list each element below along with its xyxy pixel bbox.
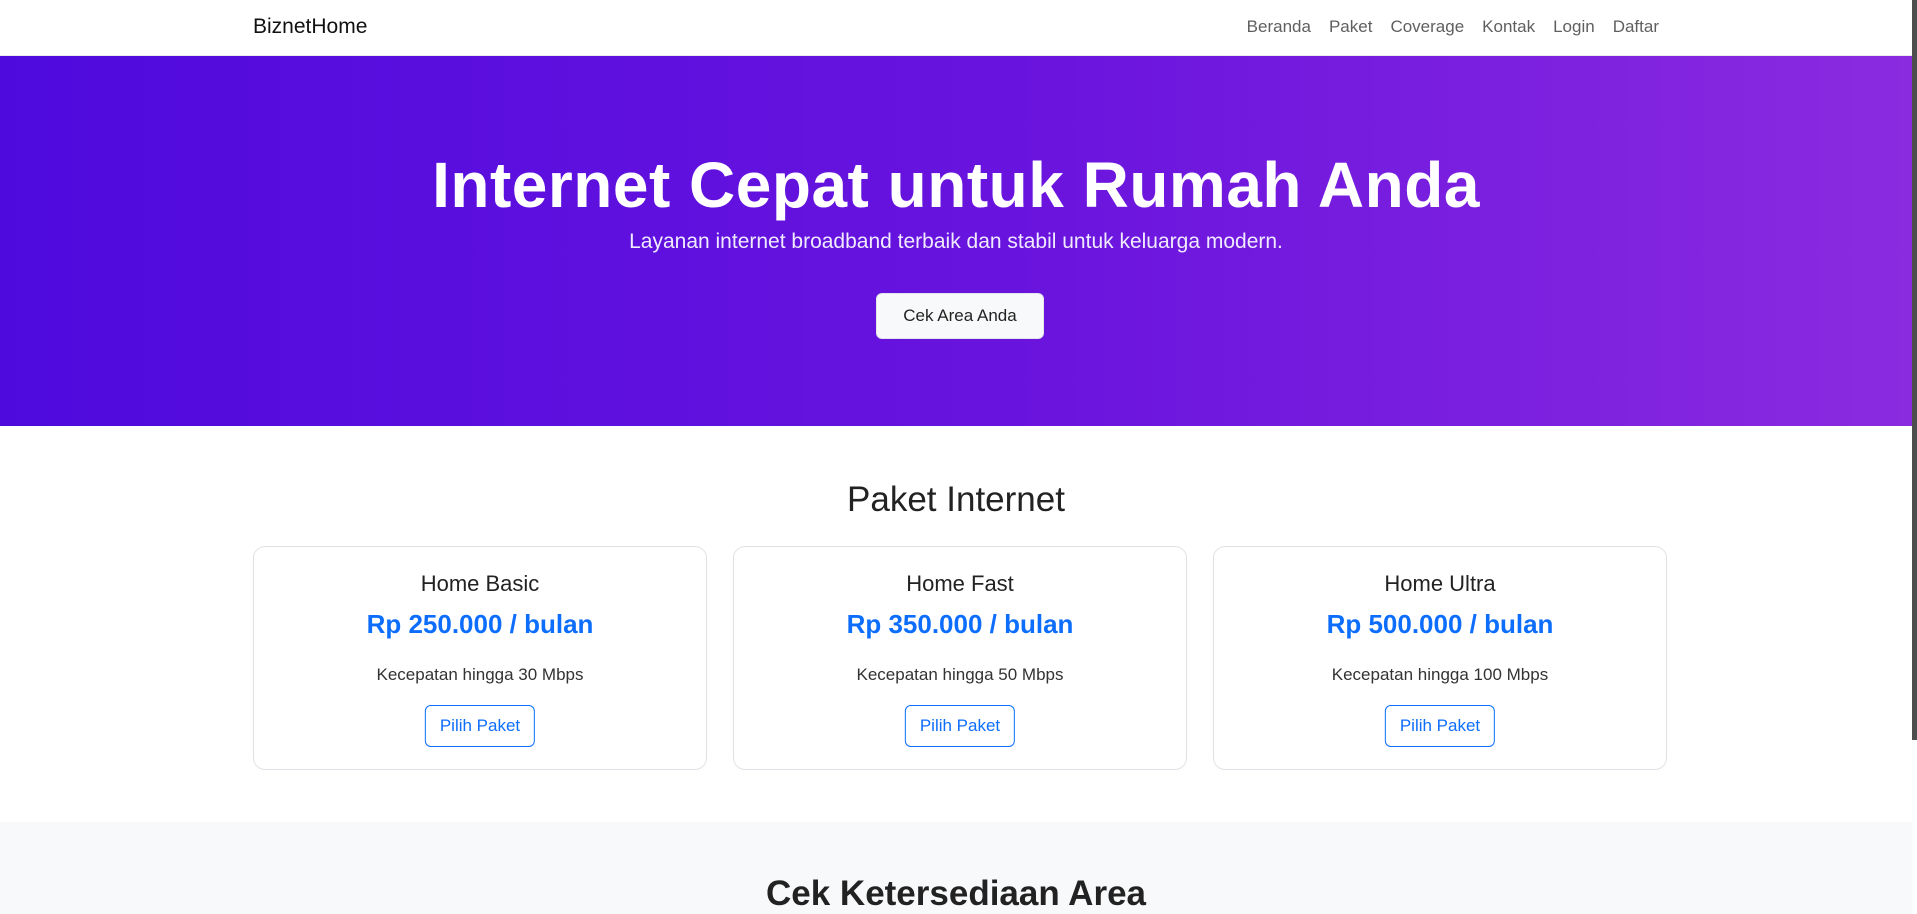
- hero-subtitle: Layanan internet broadband terbaik dan s…: [629, 230, 1283, 253]
- package-card: Home Fast Rp 350.000 / bulan Kecepatan h…: [733, 546, 1187, 770]
- coverage-section: Cek Ketersediaan Area: [0, 822, 1912, 914]
- nav-links: Beranda Paket Coverage Kontak Login Daft…: [1247, 17, 1659, 37]
- package-price: Rp 350.000 / bulan: [846, 609, 1074, 639]
- package-speed: Kecepatan hingga 50 Mbps: [856, 665, 1064, 684]
- package-name: Home Basic: [420, 571, 540, 596]
- brand-logo[interactable]: BiznetHome: [253, 15, 367, 39]
- package-name: Home Fast: [906, 571, 1014, 596]
- package-speed: Kecepatan hingga 100 Mbps: [1331, 665, 1549, 684]
- choose-package-button[interactable]: Pilih Paket: [424, 705, 536, 747]
- choose-package-button[interactable]: Pilih Paket: [1384, 705, 1496, 747]
- check-area-button[interactable]: Cek Area Anda: [876, 293, 1044, 339]
- nav-link-coverage[interactable]: Coverage: [1390, 17, 1464, 37]
- package-price: Rp 500.000 / bulan: [1326, 609, 1554, 639]
- hero-title: Internet Cepat untuk Rumah Anda: [432, 149, 1480, 221]
- package-cards: Home Basic Rp 250.000 / bulan Kecepatan …: [253, 546, 1667, 770]
- nav-link-daftar[interactable]: Daftar: [1613, 17, 1659, 37]
- choose-package-button[interactable]: Pilih Paket: [904, 705, 1016, 747]
- package-card: Home Ultra Rp 500.000 / bulan Kecepatan …: [1213, 546, 1667, 770]
- nav-link-kontak[interactable]: Kontak: [1482, 17, 1535, 37]
- hero-section: Internet Cepat untuk Rumah Anda Layanan …: [0, 56, 1912, 426]
- package-card: Home Basic Rp 250.000 / bulan Kecepatan …: [253, 546, 707, 770]
- nav-link-paket[interactable]: Paket: [1329, 17, 1372, 37]
- nav-link-beranda[interactable]: Beranda: [1247, 17, 1311, 37]
- packages-title: Paket Internet: [847, 480, 1065, 519]
- navbar: BiznetHome Beranda Paket Coverage Kontak…: [0, 0, 1917, 56]
- package-name: Home Ultra: [1384, 571, 1496, 596]
- nav-link-login[interactable]: Login: [1553, 17, 1595, 37]
- package-speed: Kecepatan hingga 30 Mbps: [376, 665, 584, 684]
- coverage-title: Cek Ketersediaan Area: [765, 874, 1146, 913]
- scrollbar[interactable]: [1912, 0, 1917, 740]
- package-price: Rp 250.000 / bulan: [366, 609, 594, 639]
